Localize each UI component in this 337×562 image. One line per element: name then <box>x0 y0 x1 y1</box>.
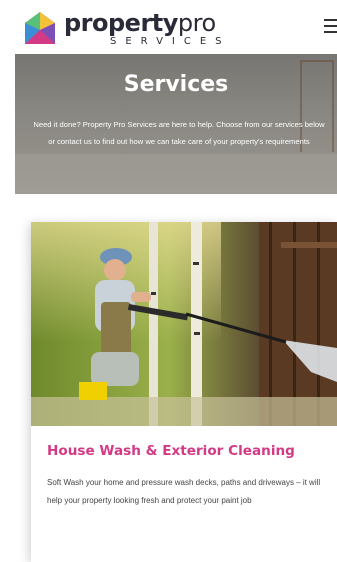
worker-pressure-washing-photo <box>31 222 337 426</box>
service-card-image[interactable] <box>31 222 337 426</box>
hamburger-menu-icon[interactable] <box>324 19 337 35</box>
menu-bar <box>324 19 337 21</box>
logo-word-pro: pro <box>177 9 216 37</box>
house-logo-icon <box>25 12 55 44</box>
services-hero-banner: Services Need it done? Property Pro Serv… <box>15 54 337 194</box>
logo[interactable]: propertypro SERVICES <box>24 9 224 49</box>
logo-word-property: property <box>64 9 178 37</box>
service-card-description: Soft Wash your home and pressure wash de… <box>47 478 321 505</box>
page-title: Services <box>123 72 229 97</box>
logo-subtitle: SERVICES <box>110 36 231 47</box>
service-card-house-wash[interactable]: House Wash & Exterior Cleaning Soft Wash… <box>31 222 337 562</box>
hero-description: Need it done? Property Pro Services are … <box>33 120 325 146</box>
menu-bar <box>324 25 337 27</box>
service-card-title[interactable]: House Wash & Exterior Cleaning <box>47 443 337 459</box>
site-header: propertypro SERVICES <box>0 0 337 54</box>
logo-wordmark: propertypro <box>64 9 216 37</box>
menu-bar <box>324 31 337 33</box>
